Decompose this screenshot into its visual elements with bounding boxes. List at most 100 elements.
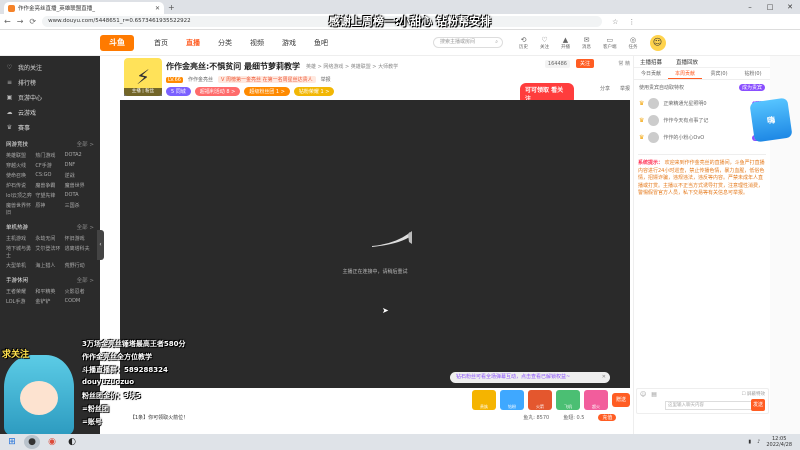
share-button[interactable]: 分享 bbox=[600, 85, 610, 92]
sidebar-category-link[interactable]: 海上猎人 bbox=[35, 262, 64, 269]
sidebar-category-link[interactable]: lol云顶之弈 bbox=[6, 192, 35, 199]
maximize-icon[interactable]: □ bbox=[760, 0, 780, 14]
sidebar-category-link[interactable]: 金铲铲 bbox=[35, 298, 64, 305]
sidebar-category-link[interactable]: 火影忍者 bbox=[65, 288, 94, 295]
sidebar-item[interactable]: ♛ 赛事 bbox=[0, 120, 100, 135]
sidebar-section-more[interactable]: 全部 > bbox=[77, 140, 94, 148]
video-player[interactable]: 主播正在连接中，请稍后重试 ➤ 钻石粉丝可看全场弹幕互动，点击查看已解锁权益~ … bbox=[120, 100, 630, 388]
sidebar-category-link[interactable]: 和平精英 bbox=[35, 288, 64, 295]
sidebar-category-link[interactable]: DOTA bbox=[65, 192, 94, 199]
sidebar-category-link[interactable]: 逃离塔科夫 bbox=[65, 245, 94, 259]
nav-item-鱼吧[interactable]: 鱼吧 bbox=[314, 38, 328, 48]
star-icon[interactable]: ☆ bbox=[612, 18, 618, 26]
url-input[interactable]: www.douyu.com/5448651_r=0.65734619355229… bbox=[42, 16, 603, 27]
streamer-name[interactable]: 作作金亮丝 bbox=[188, 76, 213, 83]
network-icon[interactable]: ▮ bbox=[748, 439, 751, 445]
header-upload[interactable]: ▲ 开播 bbox=[561, 36, 570, 50]
search-icon[interactable]: ⌕ bbox=[495, 38, 498, 47]
nav-item-分类[interactable]: 分类 bbox=[218, 38, 232, 48]
taskbar-app-avatar[interactable]: ● bbox=[24, 435, 40, 449]
streamer-avatar[interactable]: ⚡ 主播 | 粉丝 bbox=[124, 58, 162, 96]
sidebar-category-link[interactable]: DOTA2 bbox=[65, 152, 94, 159]
sidebar-category-link[interactable]: 三国杀 bbox=[65, 202, 94, 216]
sidebar-category-link[interactable]: 守望先锋 bbox=[35, 192, 64, 199]
douyu-logo[interactable]: 斗鱼 bbox=[100, 34, 134, 51]
sidebar-category-link[interactable]: CF手游 bbox=[35, 162, 64, 169]
header-task[interactable]: ◎ 任务 bbox=[629, 36, 638, 50]
recharge-button[interactable]: 充值 bbox=[598, 414, 617, 421]
sidebar-category-link[interactable]: 主机游戏 bbox=[6, 235, 35, 242]
sidebar-category-link[interactable]: 大型单机 bbox=[6, 262, 35, 269]
room-tag[interactable]: 5 同城 bbox=[166, 87, 191, 96]
clock[interactable]: 12:05 2022/4/28 bbox=[766, 436, 792, 448]
gift-item[interactable]: 钻粉 bbox=[500, 390, 524, 410]
menu-icon[interactable]: ⋮ bbox=[628, 18, 635, 26]
volume-icon[interactable]: ♪ bbox=[757, 439, 760, 445]
gift-item[interactable]: 飞机 bbox=[556, 390, 580, 410]
block-effects-checkbox[interactable]: ☐ 屏蔽特效 bbox=[742, 391, 765, 398]
room-tag[interactable]: 超福利活动 8 > bbox=[194, 87, 241, 96]
sidebar-category-link[interactable]: 英雄联盟 bbox=[6, 152, 35, 159]
close-toast-icon[interactable]: ✕ bbox=[602, 372, 606, 383]
sidebar-item[interactable]: ☁ 云游戏 bbox=[0, 105, 100, 120]
obs-taskbar-icon[interactable]: ◐ bbox=[64, 435, 80, 449]
close-tab-icon[interactable]: ✕ bbox=[155, 5, 160, 12]
contribution-tab[interactable]: 贵宾(0) bbox=[702, 68, 736, 79]
header-right-label[interactable]: 常 精 bbox=[618, 60, 630, 67]
become-vip-button[interactable]: 成为贵宾 bbox=[738, 84, 765, 91]
barrage-style-icon[interactable]: ▤ bbox=[651, 391, 657, 398]
search-input[interactable]: 搜索主播或房间 ⌕ bbox=[433, 37, 503, 48]
browser-tab[interactable]: 作作金亮丝直播_英雄联盟直播_ ✕ bbox=[4, 2, 164, 14]
follow-button[interactable]: 关注 bbox=[575, 59, 594, 68]
sidebar-category-link[interactable]: 炉石传说 bbox=[6, 182, 35, 189]
sidebar-category-link[interactable]: CODM bbox=[65, 298, 94, 305]
sidebar-category-link[interactable]: 逆战 bbox=[65, 172, 94, 179]
contribution-tab[interactable]: 本周贡献 bbox=[668, 68, 702, 79]
chrome-taskbar-icon[interactable]: ◉ bbox=[44, 435, 60, 449]
room-tag[interactable]: 超级粉丝团 1 > bbox=[244, 87, 290, 96]
new-tab-icon[interactable]: + bbox=[168, 2, 175, 14]
replay-link[interactable]: 直播回放 bbox=[676, 58, 698, 66]
event-mascot-badge[interactable]: 嗨 bbox=[749, 97, 793, 143]
sidebar-category-link[interactable]: 怀旧游戏 bbox=[65, 235, 94, 242]
emoji-icon[interactable]: ☺ bbox=[640, 391, 646, 398]
close-window-icon[interactable]: ✕ bbox=[780, 0, 800, 14]
header-follow[interactable]: ♡ 关注 bbox=[540, 36, 549, 50]
sidebar-category-link[interactable]: 永劫无间 bbox=[35, 235, 64, 242]
user-avatar[interactable]: ☺ bbox=[649, 34, 666, 51]
sidebar-category-link[interactable]: 魔兽世界 bbox=[65, 182, 94, 189]
contribution-tab[interactable]: 今日贡献 bbox=[634, 68, 668, 79]
sidebar-category-link[interactable]: 魔兽世界怀旧 bbox=[6, 202, 35, 216]
send-gift-button[interactable]: 赠送 bbox=[612, 393, 630, 407]
sidebar-item[interactable]: ≡ 排行榜 bbox=[0, 75, 100, 90]
header-app[interactable]: ▭ 客户端 bbox=[603, 36, 617, 50]
vip-row[interactable]: ♛作作的小粉心OvO钻粉 bbox=[634, 129, 770, 146]
header-message[interactable]: ✉ 消息 bbox=[582, 36, 591, 50]
sidebar-category-link[interactable]: 王者荣耀 bbox=[6, 288, 35, 295]
contribution-tab[interactable]: 钻粉(0) bbox=[736, 68, 770, 79]
gift-item[interactable]: 贵族 bbox=[472, 390, 496, 410]
back-icon[interactable]: ← bbox=[4, 17, 11, 26]
nav-item-游戏[interactable]: 游戏 bbox=[282, 38, 296, 48]
sidebar-category-link[interactable]: 穿越火线 bbox=[6, 162, 35, 169]
report-button[interactable]: 举报 bbox=[620, 85, 630, 92]
minimize-icon[interactable]: – bbox=[740, 0, 760, 14]
sidebar-category-link[interactable]: 魔兽争霸 bbox=[35, 182, 64, 189]
sidebar-category-link[interactable]: 原神 bbox=[35, 202, 64, 216]
nav-item-视频[interactable]: 视频 bbox=[250, 38, 264, 48]
noble-rank-tag[interactable]: V 周榜第一金亮丝 在第一名周星丝达贵人 bbox=[217, 76, 316, 83]
sidebar-category-link[interactable]: 使命召唤 bbox=[6, 172, 35, 179]
sidebar-category-link[interactable]: LOL手游 bbox=[6, 298, 35, 305]
reload-icon[interactable]: ⟳ bbox=[29, 17, 36, 26]
sidebar-category-link[interactable]: 地下城与勇士 bbox=[6, 245, 35, 259]
sidebar-category-link[interactable]: CS:GO bbox=[35, 172, 64, 179]
room-tag[interactable]: 钻粉荣耀 1 > bbox=[293, 87, 335, 96]
sidebar-category-link[interactable]: 荒野行动 bbox=[65, 262, 94, 269]
gift-item[interactable]: 火箭 bbox=[528, 390, 552, 410]
player-toast[interactable]: 钻石粉丝可看全场弹幕互动，点击查看已解锁权益~ ✕ bbox=[450, 372, 610, 383]
recruit-link[interactable]: 主播招募 bbox=[640, 58, 662, 66]
sidebar-item[interactable]: ♡ 我的关注 bbox=[0, 60, 100, 75]
start-button[interactable]: ⊞ bbox=[4, 435, 20, 449]
forward-icon[interactable]: → bbox=[17, 17, 24, 26]
sidebar-item[interactable]: ▣ 页游中心 bbox=[0, 90, 100, 105]
